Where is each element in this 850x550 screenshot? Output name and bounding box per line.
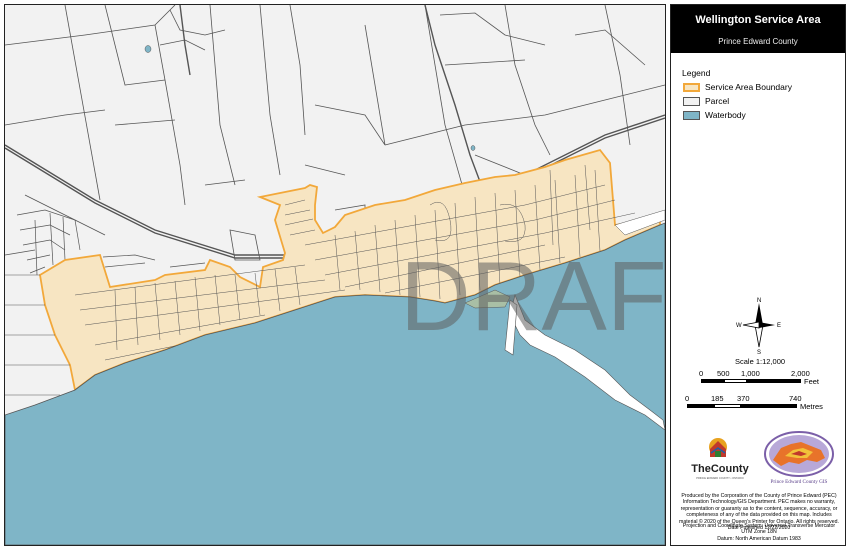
metre-tick-185: 185 (711, 394, 724, 403)
pond-north (144, 45, 152, 53)
east-label: E (777, 323, 781, 329)
county-logo: TheCounty PRINCE EDWARD COUNTY • ONTARIO (691, 438, 750, 480)
feet-tick-0: 0 (699, 369, 704, 378)
feet-bar-seg2 (724, 379, 747, 383)
county-wordmark: TheCounty (691, 463, 749, 475)
feet-tick-500: 500 (717, 369, 730, 378)
side-panel: Wellington Service Area Prince Edward Co… (670, 4, 846, 546)
parcel-swatch (683, 97, 700, 106)
gis-wordmark: Prince Edward County GIS (771, 479, 828, 485)
scale-ratio: Scale 1:12,000 (735, 357, 786, 366)
metre-bar-seg1 (687, 404, 714, 408)
metre-tick-0: 0 (685, 394, 690, 403)
metre-bar-seg3 (741, 404, 797, 408)
map-title: Wellington Service Area (695, 14, 821, 26)
feet-bar-seg3 (747, 379, 801, 383)
feet-unit: Feet (804, 377, 820, 386)
pond-east (470, 145, 476, 151)
service-area-swatch (683, 83, 700, 92)
projection-text: Projection and Coordinate System: Univer… (682, 523, 836, 536)
south-label: S (757, 350, 761, 355)
waterbody-swatch (683, 111, 700, 120)
county-tagline: PRINCE EDWARD COUNTY • ONTARIO (696, 476, 744, 480)
legend-label: Service Area Boundary (705, 82, 792, 92)
feet-bar-seg1 (701, 379, 724, 383)
north-label: N (757, 298, 761, 304)
map-frame[interactable]: DRAFT (4, 4, 666, 546)
map-subtitle: Prince Edward County (718, 37, 798, 46)
metre-tick-370: 370 (737, 394, 750, 403)
north-arrow-icon: N S W E (736, 298, 781, 355)
legend-label: Parcel (705, 96, 730, 106)
metre-unit: Metres (800, 402, 823, 411)
legend-label: Waterbody (705, 110, 746, 120)
map-canvas[interactable]: DRAFT (5, 5, 665, 545)
west-label: W (736, 323, 742, 329)
draft-watermark: DRAFT (400, 241, 665, 351)
feet-tick-1000: 1,000 (741, 369, 760, 378)
title-box: Wellington Service Area Prince Edward Co… (671, 5, 845, 53)
metre-bar-seg2 (714, 404, 741, 408)
datum-text: Datum: North American Datum 1983 (717, 536, 801, 542)
legend-heading: Legend (682, 68, 711, 78)
gis-logo: Prince Edward County GIS (764, 431, 834, 485)
